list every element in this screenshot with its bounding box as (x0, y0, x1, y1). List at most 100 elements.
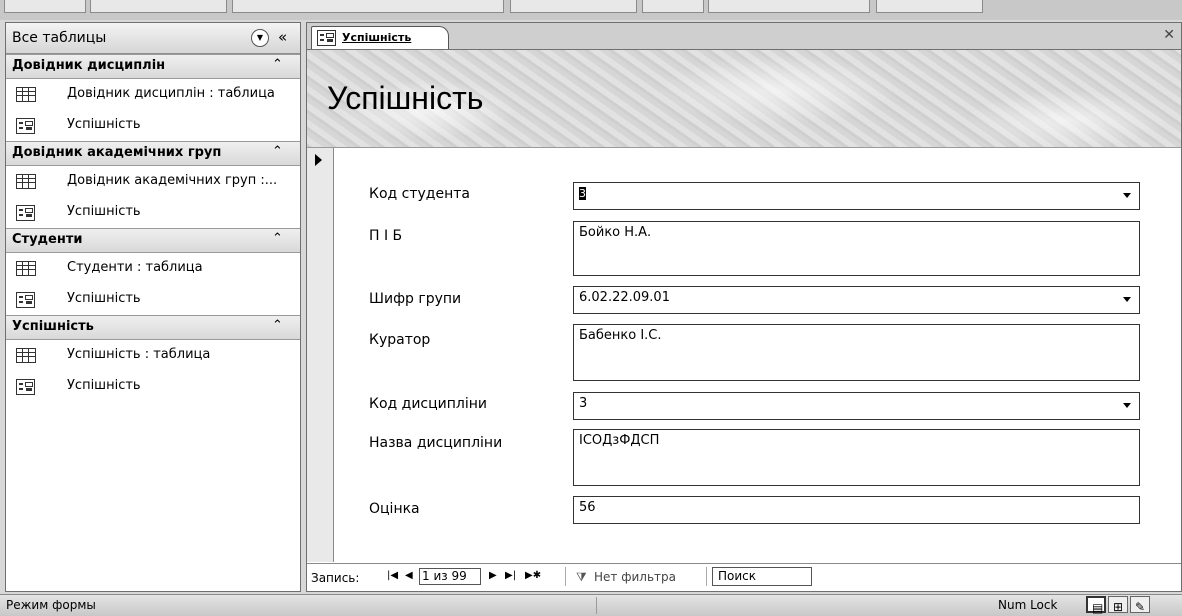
form-detail: Код студента 3 П І Б Бойко Н.А. Шифр гру… (334, 148, 1181, 562)
record-navigation-bar: Запись: |◀ ◀ 1 из 99 ▶ ▶| ▶✱ ⧩ Нет фильт… (307, 563, 1181, 591)
close-icon[interactable]: ✕ (1163, 27, 1175, 43)
ribbon-group (708, 0, 870, 13)
collapse-group-icon[interactable]: ⌃ (272, 144, 283, 159)
nav-item-grades-table[interactable]: Успішність : таблица (6, 340, 300, 371)
nav-item-students-table[interactable]: Студенти : таблица (6, 253, 300, 284)
navigation-pane: Все таблицы ▼ « Довідник дисциплін ⌃ Дов… (5, 22, 301, 592)
curator-field[interactable]: Бабенко І.С. (573, 324, 1140, 381)
filter-label: Нет фильтра (594, 570, 676, 584)
nav-item-label: Студенти : таблица (67, 260, 203, 275)
grade-field[interactable]: 56 (573, 496, 1140, 524)
ribbon-group (510, 0, 637, 13)
pib-label: П І Б (369, 228, 403, 244)
new-record-icon[interactable]: ▶✱ (525, 570, 541, 581)
design-view-icon: ✎ (1135, 600, 1146, 614)
text-cursor: 3 (579, 187, 586, 200)
ribbon-group (232, 0, 504, 13)
chevron-down-icon[interactable]: ▼ (251, 29, 269, 47)
record-label: Запись: (311, 571, 360, 585)
nav-item-label: Успішність (67, 117, 141, 132)
search-input[interactable]: Поиск (712, 567, 812, 586)
nav-item-grades-form[interactable]: Успішність (6, 371, 300, 402)
ribbon-group (642, 0, 704, 13)
collapse-group-icon[interactable]: ⌃ (272, 318, 283, 333)
status-bar: Режим формы Num Lock ▤ ⊞ ✎ (0, 594, 1182, 616)
discipline-code-combo[interactable]: 3 (573, 392, 1140, 420)
nav-group-disciplines[interactable]: Довідник дисциплін ⌃ (6, 54, 300, 79)
curator-label: Куратор (369, 332, 431, 348)
form-view-icon: ▤ (1092, 601, 1104, 615)
group-code-combo[interactable]: 6.02.22.09.01 (573, 286, 1140, 314)
discipline-name-field[interactable]: ІСОДзФДСП (573, 429, 1140, 486)
table-icon (16, 174, 36, 189)
nav-group-label: Довідник дисциплін (12, 58, 166, 73)
form-view-button[interactable]: ▤ (1086, 596, 1106, 615)
nav-group-students[interactable]: Студенти ⌃ (6, 228, 300, 253)
nav-item-label: Успішність (67, 204, 141, 219)
current-record-icon (315, 154, 322, 166)
form-header: Успішність (307, 50, 1181, 148)
nav-group-label: Студенти (12, 232, 83, 247)
form-document-window: Успішність ✕ Успішність Код студента 3 П… (306, 22, 1182, 592)
tab-label: Успішність (342, 31, 412, 44)
nav-item-label: Успішність (67, 291, 141, 306)
numlock-indicator: Num Lock (998, 598, 1058, 612)
student-code-combo[interactable]: 3 (573, 182, 1140, 210)
collapse-group-icon[interactable]: ⌃ (272, 231, 283, 246)
discipline-code-value: 3 (579, 396, 588, 411)
ribbon-group (90, 0, 227, 13)
ribbon-group (4, 0, 86, 13)
collapse-group-icon[interactable]: ⌃ (272, 57, 283, 72)
nav-group-label: Успішність (12, 319, 94, 334)
nav-group-groups[interactable]: Довідник академічних груп ⌃ (6, 141, 300, 166)
nav-item-groups-form[interactable]: Успішність (6, 197, 300, 228)
funnel-icon: ⧩ (576, 570, 587, 584)
nav-item-groups-table[interactable]: Довідник академічних груп :... (6, 166, 300, 197)
design-view-button[interactable]: ✎ (1130, 596, 1150, 614)
ribbon-group (876, 0, 983, 13)
previous-record-icon[interactable]: ◀ (405, 570, 413, 581)
next-record-icon[interactable]: ▶ (489, 570, 497, 581)
view-mode-text: Режим формы (6, 598, 96, 612)
discipline-code-label: Код дисципліни (369, 396, 487, 412)
chevron-down-icon[interactable] (1123, 297, 1131, 302)
nav-item-label: Успішність (67, 378, 141, 393)
form-icon (16, 118, 35, 134)
form-icon (16, 379, 35, 395)
curator-value: Бабенко І.С. (579, 328, 662, 343)
ribbon-remnant (0, 0, 1182, 20)
collapse-pane-icon[interactable]: « (278, 28, 287, 46)
group-code-label: Шифр групи (369, 291, 462, 307)
student-code-label: Код студента (369, 186, 470, 202)
nav-pane-header[interactable]: Все таблицы ▼ « (6, 23, 300, 54)
first-record-icon[interactable]: |◀ (387, 570, 398, 581)
form-icon (16, 205, 35, 221)
grade-value: 56 (579, 500, 596, 515)
nav-group-grades[interactable]: Успішність ⌃ (6, 315, 300, 340)
table-icon (16, 348, 36, 363)
nav-item-label: Довідник дисциплін : таблица (67, 86, 275, 101)
record-selector[interactable] (307, 148, 334, 562)
form-icon (16, 292, 35, 308)
filter-toggle[interactable]: ⧩ Нет фильтра (565, 567, 707, 586)
table-icon (16, 261, 36, 276)
nav-pane-title: Все таблицы (12, 30, 107, 46)
nav-item-disciplines-table[interactable]: Довідник дисциплін : таблица (6, 79, 300, 110)
group-code-value: 6.02.22.09.01 (579, 290, 670, 305)
layout-view-button[interactable]: ⊞ (1108, 596, 1128, 614)
pib-field[interactable]: Бойко Н.А. (573, 221, 1140, 276)
discipline-name-label: Назва дисципліни (369, 435, 503, 451)
nav-item-disciplines-form[interactable]: Успішність (6, 110, 300, 141)
nav-item-students-form[interactable]: Успішність (6, 284, 300, 315)
document-tab-bar: Успішність ✕ (307, 23, 1181, 50)
chevron-down-icon[interactable] (1123, 403, 1131, 408)
last-record-icon[interactable]: ▶| (505, 570, 516, 581)
form-title: Успішність (327, 80, 484, 116)
pib-value: Бойко Н.А. (579, 225, 652, 240)
grade-label: Оцінка (369, 501, 420, 517)
chevron-down-icon[interactable] (1123, 193, 1131, 198)
tab-uspishnist[interactable]: Успішність (311, 26, 449, 49)
divider (596, 597, 597, 614)
layout-view-icon: ⊞ (1113, 600, 1124, 614)
current-record-input[interactable]: 1 из 99 (419, 568, 481, 585)
